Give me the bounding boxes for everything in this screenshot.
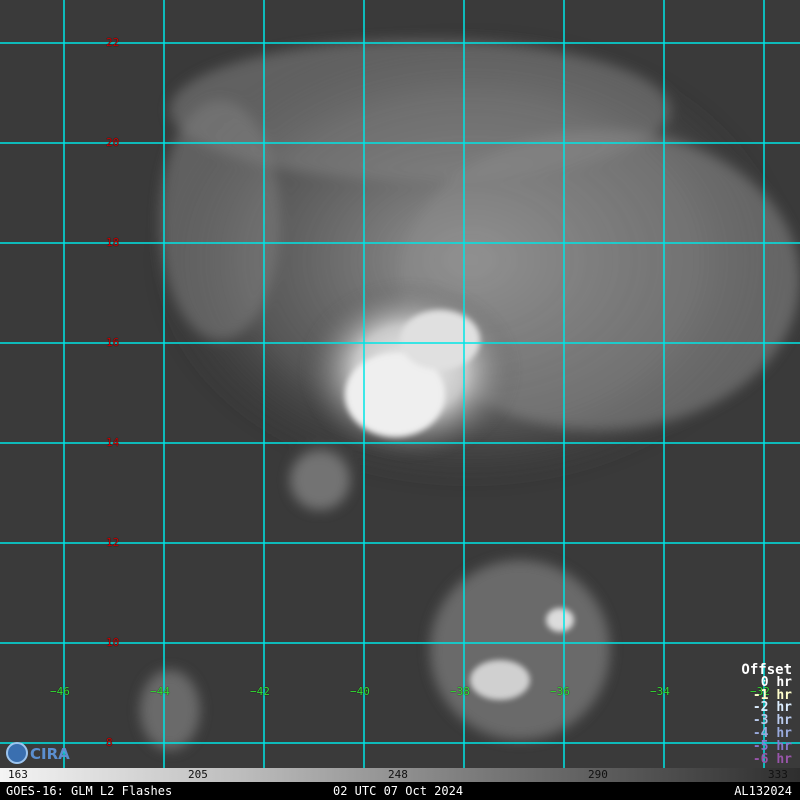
- latitude-label: 12: [106, 536, 120, 549]
- latitude-label: 8: [106, 736, 113, 749]
- longitude-label: −44: [150, 685, 170, 698]
- longitude-label: −34: [650, 685, 670, 698]
- svg-text:CIRA: CIRA: [30, 745, 70, 763]
- lat-lon-grid: [0, 0, 800, 768]
- latitude-label: 10: [106, 636, 120, 649]
- longitude-label: −46: [50, 685, 70, 698]
- legend-items: 0 hr -1 hr -2 hr -3 hr -4 hr -5 hr -6 hr: [741, 676, 792, 767]
- latitude-label: 16: [106, 336, 120, 349]
- longitude-label: −36: [550, 685, 570, 698]
- colorbar-tick-label: 248: [388, 768, 408, 781]
- longitude-label: −40: [350, 685, 370, 698]
- longitude-label: −42: [250, 685, 270, 698]
- legend-item: -6 hr: [752, 751, 792, 767]
- product-label: GOES-16: GLM L2 Flashes: [6, 784, 173, 798]
- footer-bar: GOES-16: GLM L2 Flashes 02 UTC 07 Oct 20…: [0, 782, 800, 800]
- latitude-label: 14: [106, 436, 120, 449]
- timestamp: 02 UTC 07 Oct 2024: [333, 784, 464, 798]
- offset-legend: Offset 0 hr -1 hr -2 hr -3 hr -4 hr -5 hr -6 h…: [741, 663, 792, 767]
- colorbar-tick-label: 333: [768, 768, 788, 781]
- latitude-label: 18: [106, 236, 120, 249]
- longitude-label: −38: [450, 685, 470, 698]
- storm-id: AL132024: [734, 784, 792, 798]
- latitude-label: 22: [106, 36, 120, 49]
- colorbar-tick-label: 290: [588, 768, 608, 781]
- latitude-label: 20: [106, 136, 120, 149]
- colorbar-tick-label: 205: [188, 768, 208, 781]
- cira-logo-icon: CIRA: [6, 742, 70, 764]
- colorbar-tick-label: 163: [8, 768, 28, 781]
